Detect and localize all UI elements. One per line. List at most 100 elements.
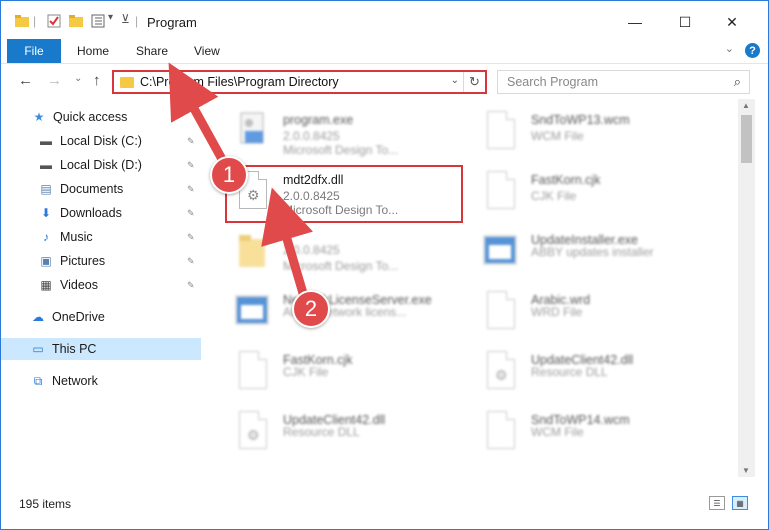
file-detail: 2.0.0.8425 [283, 129, 340, 143]
pin-icon: ✎ [187, 231, 195, 242]
address-bar[interactable]: C:\Program Files\Program Directory ⌄ ↻ [112, 70, 487, 94]
file-detail: ABBY updates installer [531, 245, 654, 259]
file-item[interactable]: FastKorn.cjk CJK File [469, 165, 709, 219]
sidebar-item-local-disk-d[interactable]: ▬ Local Disk (D:) ✎ [1, 154, 201, 176]
view-options-icon[interactable] [91, 14, 105, 31]
sidebar-item-documents[interactable]: ▤ Documents ✎ [1, 178, 201, 200]
properties-icon[interactable] [47, 14, 61, 31]
file-detail: Resource DLL [531, 365, 608, 379]
sidebar-item-this-pc[interactable]: ▭ This PC [1, 338, 201, 360]
large-icons-view-icon[interactable]: ▦ [732, 496, 748, 510]
folder-icon [235, 231, 271, 275]
folder-icon [120, 76, 134, 88]
scrollbar-thumb[interactable] [741, 115, 752, 163]
sidebar-item-label: Local Disk (C:) [60, 134, 142, 148]
sidebar-item-downloads[interactable]: ⬇ Downloads ✎ [1, 202, 201, 224]
computer-icon: ▭ [32, 342, 44, 356]
sidebar-item-quick-access[interactable]: ★ Quick access [1, 106, 201, 128]
sidebar-item-label: This PC [52, 342, 97, 356]
document-icon [483, 171, 519, 215]
file-list: program.exe 2.0.0.8425 Microsoft Design … [211, 99, 738, 477]
search-placeholder: Search Program [507, 75, 599, 89]
maximize-button[interactable]: ☐ [662, 7, 708, 37]
sidebar-item-label: OneDrive [52, 310, 105, 324]
file-item[interactable]: UpdateInstaller.exe ABBY updates install… [469, 225, 709, 279]
file-detail: WRD File [531, 305, 583, 319]
star-icon: ★ [33, 110, 45, 124]
up-button[interactable]: ↑ [93, 72, 101, 89]
downloads-icon: ⬇ [40, 206, 52, 220]
drive-icon: ▬ [40, 134, 52, 148]
step-badge-2: 2 [292, 290, 330, 328]
item-count: 195 items [19, 497, 72, 511]
navigation-bar: ← → ⌄ ↑ C:\Program Files\Program Directo… [1, 63, 768, 99]
separator-icon: | [33, 14, 37, 28]
vertical-scrollbar[interactable]: ▲ ▼ [738, 99, 755, 477]
file-item[interactable]: program.exe 2.0.0.8425 Microsoft Design … [221, 105, 461, 159]
chevron-down-icon[interactable]: ▾ [108, 12, 113, 23]
customize-toolbar-icon[interactable]: ⊻ [121, 12, 130, 26]
file-item[interactable]: SndToWP13.wcm WCM File [469, 105, 709, 159]
sidebar-item-music[interactable]: ♪ Music ✎ [1, 226, 201, 248]
document-icon [235, 351, 271, 395]
sidebar-item-onedrive[interactable]: ☁ OneDrive [1, 306, 201, 328]
search-input[interactable]: Search Program ⌕ [497, 70, 750, 94]
document-icon [483, 111, 519, 155]
separator-icon: | [135, 14, 139, 28]
expand-ribbon-icon[interactable]: ⌄ [725, 42, 734, 55]
music-icon: ♪ [43, 230, 49, 244]
recent-locations-button[interactable]: ⌄ [74, 73, 82, 84]
file-item[interactable]: 2.0.0.8425 Microsoft Design To... [221, 225, 461, 279]
file-item[interactable]: ⚙ UpdateClient42.dll Resource DLL [221, 405, 461, 459]
address-path[interactable]: C:\Program Files\Program Directory [140, 75, 339, 89]
details-view-icon[interactable]: ☰ [709, 496, 725, 510]
scroll-up-icon[interactable]: ▲ [742, 101, 750, 110]
minimize-button[interactable]: — [612, 7, 658, 37]
document-icon [483, 291, 519, 335]
sidebar-item-local-disk-c[interactable]: ▬ Local Disk (C:) ✎ [1, 130, 201, 152]
dll-file-icon: ⚙ [235, 411, 271, 455]
pin-icon: ✎ [187, 183, 195, 194]
close-button[interactable]: ✕ [709, 7, 755, 37]
gear-icon: ⚙ [247, 427, 260, 443]
sidebar-item-label: Local Disk (D:) [60, 158, 142, 172]
help-icon[interactable]: ? [745, 43, 760, 58]
file-detail: Microsoft Design To... [283, 259, 399, 273]
network-icon: ⧉ [33, 373, 43, 388]
sidebar-item-videos[interactable]: ▦ Videos ✎ [1, 274, 201, 296]
file-item[interactable]: FastKorn.cjk CJK File [221, 345, 461, 399]
tab-file[interactable]: File [7, 39, 61, 63]
address-dropdown-icon[interactable]: ⌄ [451, 75, 459, 86]
pictures-icon: ▣ [40, 254, 52, 268]
drive-icon: ▬ [40, 158, 52, 172]
exe-file-icon [235, 111, 271, 155]
search-icon[interactable]: ⌕ [734, 74, 741, 90]
refresh-button[interactable]: ↻ [463, 72, 485, 92]
exe-file-icon [483, 231, 519, 275]
exe-file-icon [235, 291, 271, 335]
dll-file-icon: ⚙ [483, 351, 519, 395]
file-explorer-window: | ▾ ⊻ | Program — ☐ ✕ File Home Share Vi… [0, 0, 769, 530]
highlight-box [225, 165, 463, 223]
sidebar-item-pictures[interactable]: ▣ Pictures ✎ [1, 250, 201, 272]
pin-icon: ✎ [187, 159, 195, 170]
tab-view[interactable]: View [194, 44, 220, 58]
tab-share[interactable]: Share [136, 44, 168, 58]
sidebar-item-label: Videos [60, 278, 98, 292]
file-detail: Resource DLL [283, 425, 360, 439]
gear-icon: ⚙ [495, 367, 508, 383]
scroll-down-icon[interactable]: ▼ [742, 466, 750, 475]
file-name: SndToWP13.wcm [531, 113, 630, 127]
pin-icon: ✎ [187, 207, 195, 218]
sidebar-item-network[interactable]: ⧉ Network [1, 370, 201, 392]
tab-home[interactable]: Home [77, 44, 109, 58]
back-button[interactable]: ← [18, 72, 33, 89]
new-folder-icon[interactable] [69, 14, 83, 31]
forward-button[interactable]: → [47, 72, 62, 89]
file-item[interactable]: NetworkLicenseServer.exe ABBY Network li… [221, 285, 461, 339]
documents-icon: ▤ [40, 182, 52, 196]
file-item[interactable]: ⚙ UpdateClient42.dll Resource DLL [469, 345, 709, 399]
file-item[interactable]: Arabic.wrd WRD File [469, 285, 709, 339]
file-item[interactable]: SndToWP14.wcm WCM File [469, 405, 709, 459]
sidebar-item-label: Quick access [53, 110, 128, 124]
